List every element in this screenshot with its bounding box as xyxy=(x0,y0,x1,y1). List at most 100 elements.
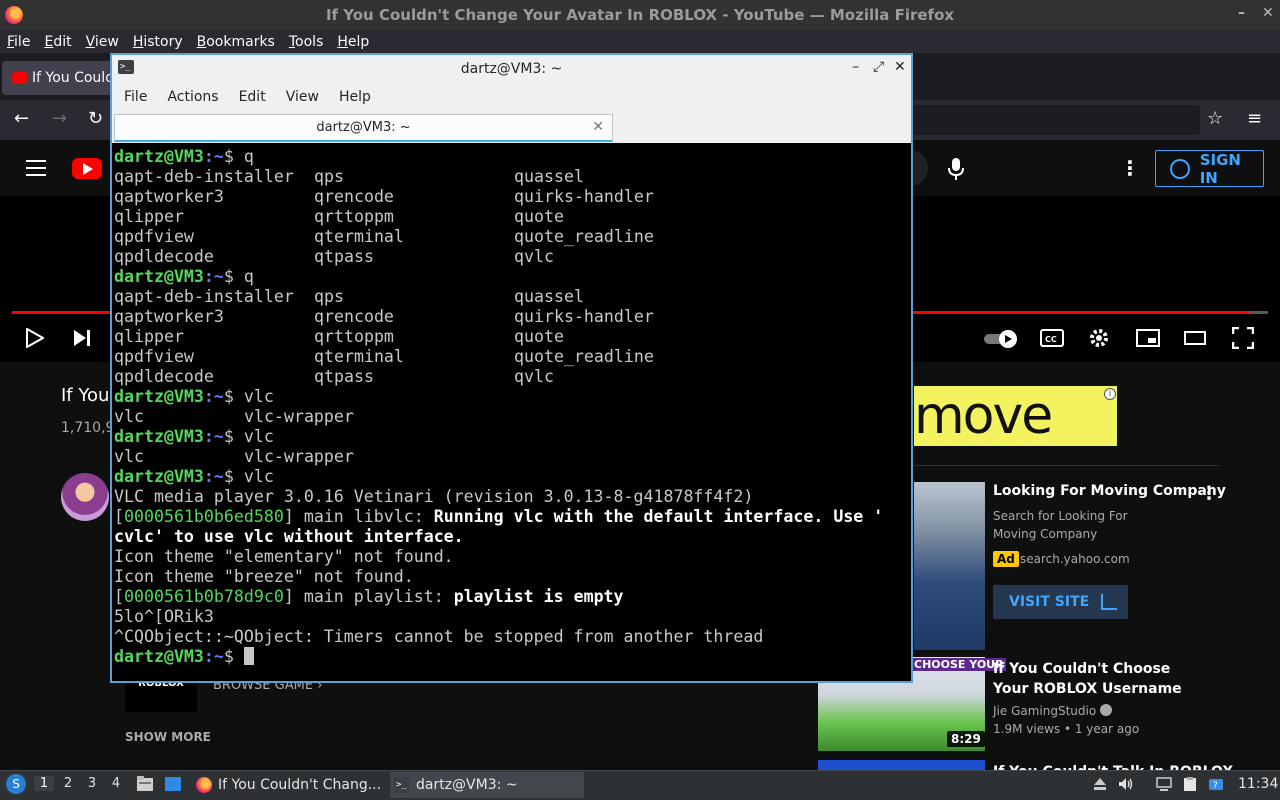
hamburger-menu-icon[interactable] xyxy=(26,160,46,176)
menu-history[interactable]: History xyxy=(126,34,190,50)
menu-tools[interactable]: Tools xyxy=(282,34,331,50)
terminal-menubar: File Actions Edit View Help xyxy=(112,82,911,112)
completion-item: qrttoppm xyxy=(314,207,394,226)
completion-row: qpdldecode qtpass qvlc xyxy=(114,247,909,267)
maximize-icon[interactable]: ⤢ xyxy=(873,59,884,75)
completion-item: qpdldecode xyxy=(114,367,214,386)
minimize-icon[interactable]: – xyxy=(852,59,859,75)
firefox-logo-icon xyxy=(5,6,23,24)
notification-icon[interactable]: ? xyxy=(1208,776,1224,792)
completion-row: qpdfview qterminal quote_readline xyxy=(114,227,909,247)
terminal-menu-help[interactable]: Help xyxy=(329,89,381,105)
terminal-menu-view[interactable]: View xyxy=(276,89,329,105)
close-icon[interactable]: ✕ xyxy=(1262,5,1274,21)
stray-input: 5lo^[ORik3 xyxy=(114,607,214,626)
youtube-logo-icon[interactable] xyxy=(72,158,102,179)
log-message: Running vlc with the default interface. … xyxy=(433,507,884,526)
visit-site-button[interactable]: VISIT SITE xyxy=(993,585,1128,619)
completion-item: vlc xyxy=(114,447,144,466)
bookmark-star-icon[interactable]: ☆ xyxy=(1207,108,1223,129)
terminal-menu-edit[interactable]: Edit xyxy=(229,89,276,105)
terminal-prompt-line: dartz@VM3:~$ vlc xyxy=(114,387,909,407)
eject-icon[interactable] xyxy=(1092,776,1108,792)
completion-item: quote_readline xyxy=(514,227,654,246)
vlc-output-line: Icon theme "elementary" not found. xyxy=(114,547,909,567)
recommendation-2-thumbnail[interactable] xyxy=(818,760,985,770)
terminal-window: >_ dartz@VM3: ~ – ⤢ ✕ File Actions Edit … xyxy=(110,53,913,683)
prompt-command: vlc xyxy=(243,387,274,406)
completion-row: qlipper qrttoppm quote xyxy=(114,207,909,227)
terminal-output[interactable]: dartz@VM3:~$ q qapt-deb-installer qps quass… xyxy=(114,147,909,681)
recommendation-channel-name: Jie GamingStudio xyxy=(993,704,1097,718)
ad-title[interactable]: Looking For Moving Company xyxy=(993,483,1226,499)
completion-item: qlipper xyxy=(114,327,184,346)
next-icon[interactable] xyxy=(73,329,91,347)
taskbar-terminal-task[interactable]: >_ dartz@VM3: ~ xyxy=(390,772,584,798)
taskbar-firefox-task[interactable]: If You Couldn't Chang... xyxy=(192,772,384,798)
file-manager-icon[interactable] xyxy=(136,775,154,793)
ad-banner[interactable]: move xyxy=(914,386,1117,446)
captions-icon[interactable]: CC xyxy=(1040,328,1064,348)
menu-help[interactable]: Help xyxy=(330,34,376,50)
menu-file[interactable]: File xyxy=(0,34,37,50)
channel-avatar[interactable] xyxy=(61,473,109,521)
completion-item: qpdfview xyxy=(114,227,194,246)
desktop-1-button[interactable]: 1 xyxy=(34,776,54,791)
recommendation-title[interactable]: If You Couldn't Choose Your ROBLOX Usern… xyxy=(993,659,1193,699)
ad-more-options-icon[interactable]: ⋮ xyxy=(1200,483,1218,504)
tab-close-icon[interactable]: ✕ xyxy=(592,119,604,135)
url-bar[interactable] xyxy=(900,105,1200,135)
menu-edit[interactable]: Edit xyxy=(37,34,78,50)
show-more-button[interactable]: SHOW MORE xyxy=(125,730,211,744)
vlc-log-line: cvlc' to use vlc without interface. xyxy=(114,527,909,547)
completion-item: qrttoppm xyxy=(314,327,394,346)
sign-in-button[interactable]: SIGN IN xyxy=(1155,150,1264,187)
minimize-icon[interactable]: – xyxy=(1238,5,1245,21)
terminal-menu-actions[interactable]: Actions xyxy=(157,89,228,105)
close-icon[interactable]: ✕ xyxy=(894,59,906,75)
back-icon[interactable]: ← xyxy=(14,108,29,129)
start-menu-icon[interactable]: S xyxy=(6,774,26,794)
desktop-3-button[interactable]: 3 xyxy=(82,776,102,791)
clock[interactable]: 11:34 xyxy=(1238,776,1278,792)
settings-gear-icon[interactable] xyxy=(1088,327,1110,349)
terminal-prompt-line: dartz@VM3:~$ q xyxy=(114,267,909,287)
menu-bookmarks[interactable]: Bookmarks xyxy=(190,34,282,50)
completion-item: quassel xyxy=(514,287,584,306)
completion-item: quassel xyxy=(514,167,584,186)
show-desktop-icon[interactable] xyxy=(164,775,182,793)
completion-item: qvlc xyxy=(514,247,554,266)
terminal-menu-file[interactable]: File xyxy=(114,89,157,105)
prompt-path: :~ xyxy=(203,427,224,446)
clipboard-icon[interactable] xyxy=(1182,776,1198,792)
recommendation-channel[interactable]: Jie GamingStudio xyxy=(993,704,1113,718)
menu-view[interactable]: View xyxy=(79,34,126,50)
more-options-icon[interactable]: ⋮ xyxy=(1120,158,1140,178)
log-address: 0000561b0b6ed580 xyxy=(124,507,284,526)
icon-theme-warning: Icon theme "breeze" not found. xyxy=(114,567,414,586)
ad-thumbnail[interactable] xyxy=(914,482,985,650)
app-menu-icon[interactable]: ≡ xyxy=(1247,108,1262,129)
network-icon[interactable] xyxy=(1156,776,1172,792)
autoplay-toggle-icon[interactable] xyxy=(984,329,1020,349)
fullscreen-icon[interactable] xyxy=(1232,327,1254,349)
desktop-2-button[interactable]: 2 xyxy=(58,776,78,791)
external-link-icon xyxy=(1101,594,1118,610)
completion-item: quote xyxy=(514,327,564,346)
prompt-user: dartz@VM3 xyxy=(114,387,204,406)
completion-row: vlc vlc-wrapper xyxy=(114,447,909,467)
terminal-icon: >_ xyxy=(394,777,410,793)
recommendation-2-title[interactable]: If You Couldn't Talk In ROBLOX xyxy=(993,762,1233,770)
terminal-titlebar[interactable]: >_ dartz@VM3: ~ – ⤢ ✕ xyxy=(112,55,911,82)
theater-mode-icon[interactable] xyxy=(1184,330,1208,346)
completion-item: vlc-wrapper xyxy=(244,447,354,466)
volume-icon[interactable] xyxy=(1118,776,1134,792)
ad-info-icon[interactable]: i xyxy=(1104,388,1116,400)
miniplayer-icon[interactable] xyxy=(1136,328,1160,348)
desktop-4-button[interactable]: 4 xyxy=(106,776,126,791)
microphone-icon[interactable] xyxy=(948,158,964,180)
play-icon[interactable] xyxy=(26,328,44,348)
forward-icon[interactable]: → xyxy=(52,108,67,129)
reload-icon[interactable]: ↻ xyxy=(88,108,103,129)
terminal-tab[interactable]: dartz@VM3: ~ ✕ xyxy=(114,114,613,142)
